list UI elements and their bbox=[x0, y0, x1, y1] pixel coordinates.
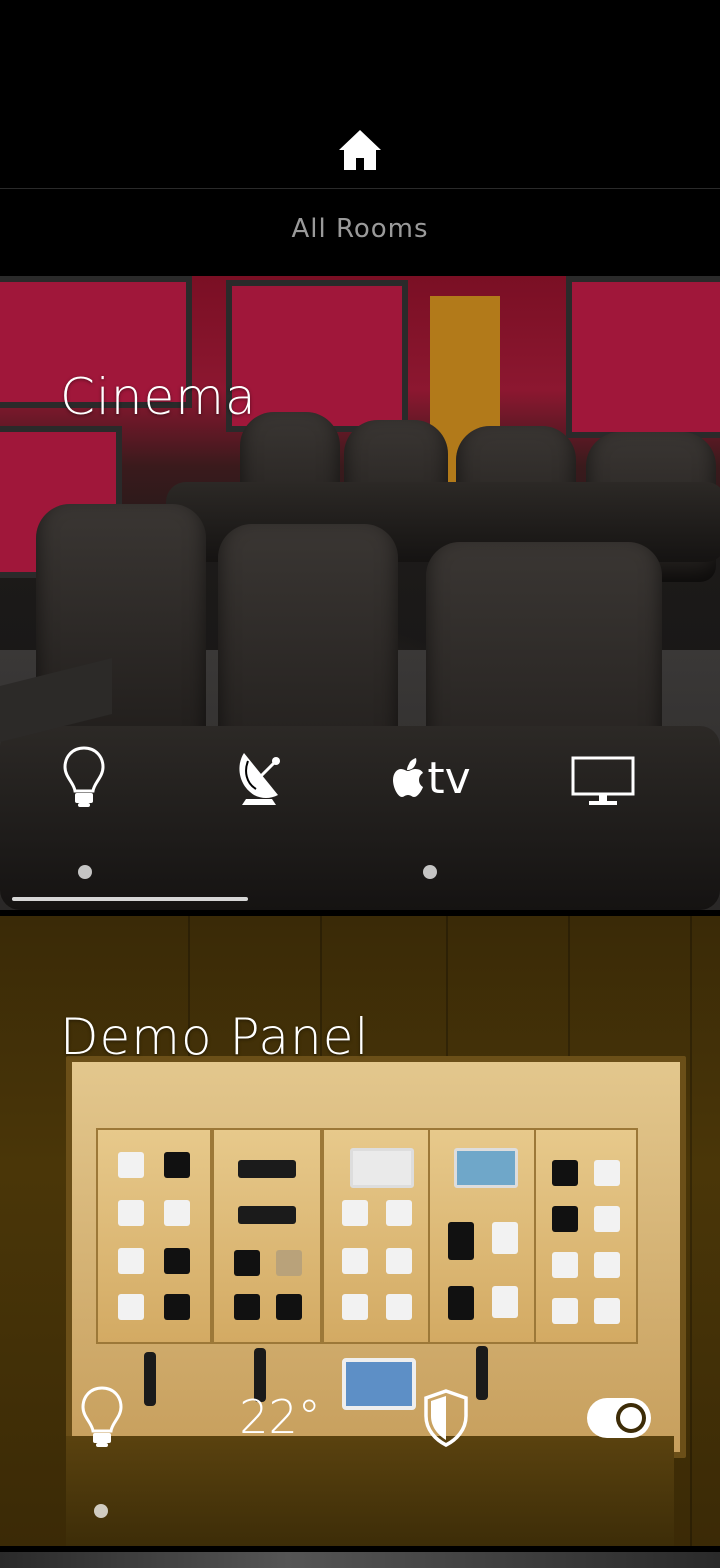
device bbox=[552, 1160, 578, 1186]
device bbox=[276, 1250, 302, 1276]
device bbox=[448, 1222, 474, 1260]
room-name: Demo Panel bbox=[60, 1008, 370, 1066]
device-board bbox=[428, 1128, 536, 1344]
device bbox=[492, 1222, 518, 1254]
lightbulb-icon bbox=[81, 1386, 123, 1447]
toggle-switch-icon bbox=[587, 1398, 651, 1438]
horizontal-scrollbar[interactable] bbox=[12, 897, 248, 901]
device bbox=[448, 1286, 474, 1320]
home-icon bbox=[339, 130, 381, 170]
wood-seam bbox=[690, 916, 692, 1546]
device bbox=[552, 1206, 578, 1232]
remote bbox=[476, 1346, 488, 1400]
device bbox=[234, 1250, 260, 1276]
device-board bbox=[322, 1128, 430, 1344]
device bbox=[234, 1294, 260, 1320]
apple-tv-label: tv bbox=[427, 752, 471, 804]
device bbox=[594, 1160, 620, 1186]
device bbox=[594, 1298, 620, 1324]
shield-icon bbox=[424, 1389, 468, 1447]
satellite-button[interactable] bbox=[228, 746, 290, 810]
display-button[interactable] bbox=[568, 754, 638, 810]
apple-tv-button[interactable]: tv bbox=[386, 750, 476, 806]
device bbox=[164, 1294, 190, 1320]
room-card-next[interactable] bbox=[0, 1552, 720, 1568]
remote bbox=[144, 1352, 156, 1406]
device bbox=[164, 1152, 190, 1178]
device bbox=[238, 1206, 296, 1224]
device bbox=[238, 1160, 296, 1178]
page-indicator-dot bbox=[423, 865, 437, 879]
lightbulb-icon bbox=[63, 746, 105, 807]
device bbox=[552, 1298, 578, 1324]
lower-cabinet bbox=[66, 1436, 674, 1546]
apple-tv-icon bbox=[393, 758, 424, 797]
room-card-cinema[interactable]: Cinema tv bbox=[0, 276, 720, 910]
device bbox=[594, 1252, 620, 1278]
home-button[interactable] bbox=[334, 126, 386, 174]
device bbox=[164, 1200, 190, 1226]
climate-button[interactable]: 22° bbox=[230, 1386, 330, 1448]
lights-button[interactable] bbox=[72, 1382, 132, 1452]
device bbox=[342, 1200, 368, 1226]
device bbox=[342, 1248, 368, 1274]
satellite-dish-icon bbox=[239, 753, 280, 805]
device-board bbox=[212, 1128, 322, 1344]
tablet-device bbox=[342, 1358, 416, 1410]
device bbox=[386, 1200, 412, 1226]
temperature-readout: 22° bbox=[239, 1390, 321, 1444]
wall-panel bbox=[566, 276, 720, 438]
header: All Rooms bbox=[0, 0, 720, 276]
room-name: Cinema bbox=[60, 368, 257, 426]
device bbox=[118, 1152, 144, 1178]
monitor-icon bbox=[571, 756, 635, 805]
device-board bbox=[534, 1128, 638, 1344]
device bbox=[276, 1294, 302, 1320]
device bbox=[386, 1294, 412, 1320]
scene-toggle[interactable] bbox=[580, 1392, 658, 1444]
device bbox=[492, 1286, 518, 1318]
room-card-demo-panel[interactable]: Demo Panel 22° bbox=[0, 916, 720, 1546]
device bbox=[342, 1294, 368, 1320]
device-board bbox=[96, 1128, 212, 1344]
device bbox=[594, 1206, 620, 1232]
page-indicator-dot bbox=[94, 1504, 108, 1518]
security-button[interactable] bbox=[416, 1384, 476, 1452]
device bbox=[118, 1248, 144, 1274]
device bbox=[350, 1148, 414, 1188]
device bbox=[386, 1248, 412, 1274]
device bbox=[454, 1148, 518, 1188]
device bbox=[552, 1252, 578, 1278]
lights-button[interactable] bbox=[54, 742, 114, 812]
device bbox=[164, 1248, 190, 1274]
page-title[interactable]: All Rooms bbox=[0, 214, 720, 244]
page-indicator-dot bbox=[78, 865, 92, 879]
device bbox=[118, 1200, 144, 1226]
device bbox=[118, 1294, 144, 1320]
header-divider bbox=[0, 188, 720, 189]
